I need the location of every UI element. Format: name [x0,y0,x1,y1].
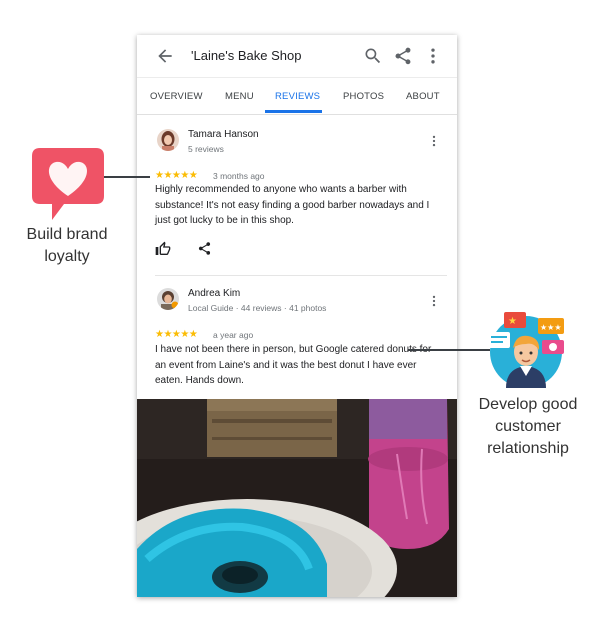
review-card: Tamara Hanson 5 reviews ★★★★★ 3 months a… [155,125,447,265]
connector-line [408,349,490,351]
share-icon[interactable] [197,241,212,256]
annotation-line: customer [495,418,561,435]
tab-menu[interactable]: MENU [225,91,254,102]
annotation-line: relationship [487,440,569,457]
more-vert-icon[interactable] [423,46,443,66]
reviewer-meta: Local Guide · 44 reviews · 41 photos [188,303,327,313]
reviewer-meta: 5 reviews [188,144,224,154]
review-time: a year ago [213,330,254,340]
avatar[interactable] [157,129,179,151]
more-vert-icon[interactable] [427,294,441,308]
tab-reviews[interactable]: REVIEWS [275,91,320,102]
review-card: Andrea Kim Local Guide · 44 reviews · 41… [155,285,447,395]
reviewer-name[interactable]: Andrea Kim [188,288,240,299]
search-icon[interactable] [363,46,383,66]
annotation-line: Build brand [26,226,108,243]
app-bar: 'Laine's Bake Shop [137,35,457,77]
thumbs-up-icon[interactable] [155,241,171,257]
tab-photos[interactable]: PHOTOS [343,91,384,102]
avatar[interactable] [157,288,179,310]
review-text: Highly recommended to anyone who wants a… [155,184,430,226]
customer-feedback-icon: ★ ★★★ [488,312,564,388]
review-photo[interactable] [137,399,457,597]
tab-overview[interactable]: OVERVIEW [150,91,203,102]
svg-text:★: ★ [508,316,517,327]
annotation-line: loyalty [44,248,90,265]
tab-bar: OVERVIEW MENU REVIEWS PHOTOS ABOUT [137,77,457,115]
app-screen: 'Laine's Bake Shop OVERVIEW MENU REVIEWS… [137,35,457,597]
arrow-back-icon[interactable] [155,46,175,66]
star-rating: ★★★★★ [155,329,198,340]
review-text: I have not been there in person, but Goo… [155,344,432,386]
reviewer-name[interactable]: Tamara Hanson [188,129,259,140]
tab-about[interactable]: ABOUT [406,91,440,102]
heart-speech-bubble-icon [32,148,104,220]
page-title: 'Laine's Bake Shop [191,48,302,63]
annotation-text: Build brand loyalty [8,224,126,268]
divider [155,275,447,276]
review-time: 3 months ago [213,171,265,181]
annotation-line: Develop good [478,396,578,413]
connector-line [104,176,150,178]
share-icon[interactable] [393,46,413,66]
svg-text:★★★: ★★★ [540,323,562,332]
more-vert-icon[interactable] [427,134,441,148]
active-tab-indicator [265,110,322,113]
annotation-text: Develop good customer relationship [466,394,590,460]
star-rating: ★★★★★ [155,170,198,181]
